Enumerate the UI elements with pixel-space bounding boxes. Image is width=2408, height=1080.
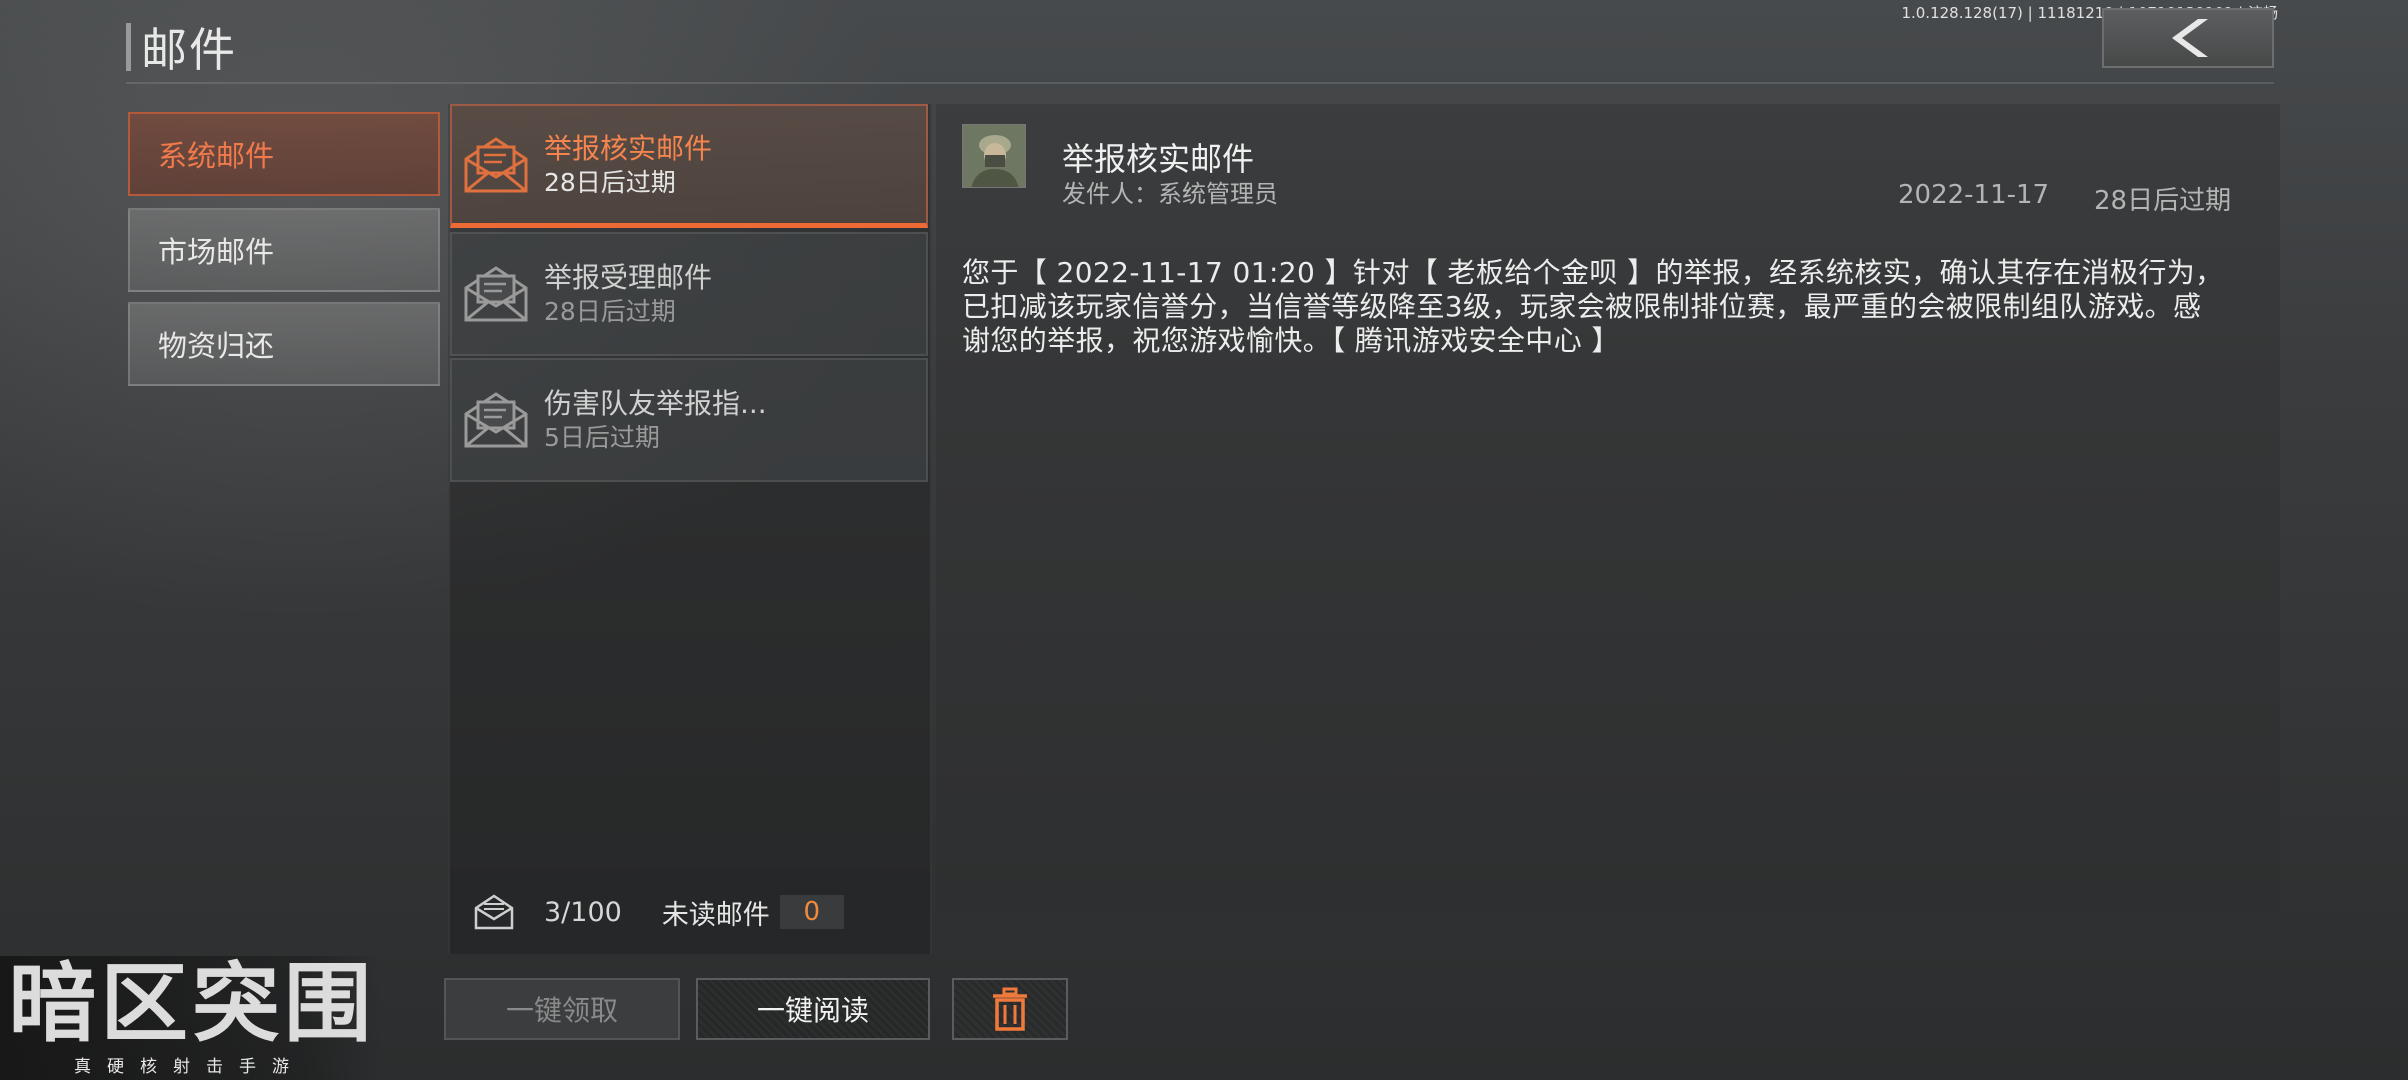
mail-detail-expire: 28日后过期 bbox=[2094, 186, 2232, 216]
mail-subject: 举报受理邮件 bbox=[544, 261, 713, 294]
mailbox-icon bbox=[474, 894, 514, 930]
mail-count: 3/100 bbox=[544, 896, 622, 928]
unread-label: 未读邮件 bbox=[661, 899, 770, 931]
logo-tagline: 真硬核射击手游 bbox=[74, 1057, 305, 1077]
mail-list-item[interactable]: 伤害队友举报指... 5日后过期 bbox=[450, 358, 928, 482]
mail-body: 您于【 2022-11-17 01:20 】针对【 老板给个金呗 】的举报，经系… bbox=[962, 256, 2224, 357]
read-all-button[interactable]: 一键阅读 bbox=[696, 978, 930, 1040]
unread-count: 0 bbox=[779, 895, 844, 929]
mail-sender: 发件人：系统管理员 bbox=[1062, 180, 1278, 208]
mail-count-bar: 3/100 未读邮件 0 bbox=[450, 870, 930, 954]
mail-expire: 28日后过期 bbox=[544, 167, 676, 197]
sidebar-item-system-mail[interactable]: 系统邮件 bbox=[128, 112, 440, 196]
header-divider bbox=[126, 82, 2274, 84]
mail-item-text: 举报核实邮件 28日后过期 bbox=[544, 131, 712, 199]
back-button[interactable] bbox=[2102, 8, 2274, 68]
mail-expire: 5日后过期 bbox=[544, 423, 660, 452]
envelope-icon bbox=[464, 136, 528, 192]
mail-detail-panel bbox=[936, 104, 2280, 914]
chevron-left-icon bbox=[2172, 19, 2208, 57]
mail-subject: 伤害队友举报指... bbox=[544, 387, 767, 420]
sender-avatar bbox=[962, 124, 1026, 188]
sidebar-item-label: 市场邮件 bbox=[158, 235, 275, 269]
mail-subject: 举报核实邮件 bbox=[544, 131, 713, 165]
sidebar-item-label: 系统邮件 bbox=[158, 139, 275, 173]
page-title-text: 邮件 bbox=[141, 23, 237, 77]
sidebar-item-market-mail[interactable]: 市场邮件 bbox=[128, 208, 440, 292]
game-logo: 暗区突围 真硬核射击手游 bbox=[0, 956, 382, 1080]
claim-all-button[interactable]: 一键领取 bbox=[444, 978, 680, 1040]
mail-list-item[interactable]: 举报核实邮件 28日后过期 bbox=[450, 104, 928, 228]
soldier-avatar-icon bbox=[963, 125, 1025, 187]
sidebar-item-label: 物资归还 bbox=[158, 329, 275, 363]
title-accent-bar bbox=[126, 23, 131, 71]
mail-item-text: 举报受理邮件 28日后过期 bbox=[544, 260, 712, 328]
mail-date: 2022-11-17 bbox=[1898, 180, 2050, 210]
logo-title: 暗区突围 bbox=[8, 954, 376, 1054]
mail-list-item[interactable]: 举报受理邮件 28日后过期 bbox=[450, 232, 928, 356]
mail-item-text: 伤害队友举报指... 5日后过期 bbox=[544, 386, 767, 454]
envelope-icon bbox=[464, 392, 528, 448]
sidebar-item-supply-return[interactable]: 物资归还 bbox=[128, 302, 440, 386]
delete-button[interactable] bbox=[952, 978, 1068, 1040]
page-title: 邮件 bbox=[126, 22, 237, 77]
mail-expire: 28日后过期 bbox=[544, 297, 676, 326]
envelope-icon bbox=[464, 266, 528, 322]
trash-icon bbox=[993, 987, 1027, 1031]
